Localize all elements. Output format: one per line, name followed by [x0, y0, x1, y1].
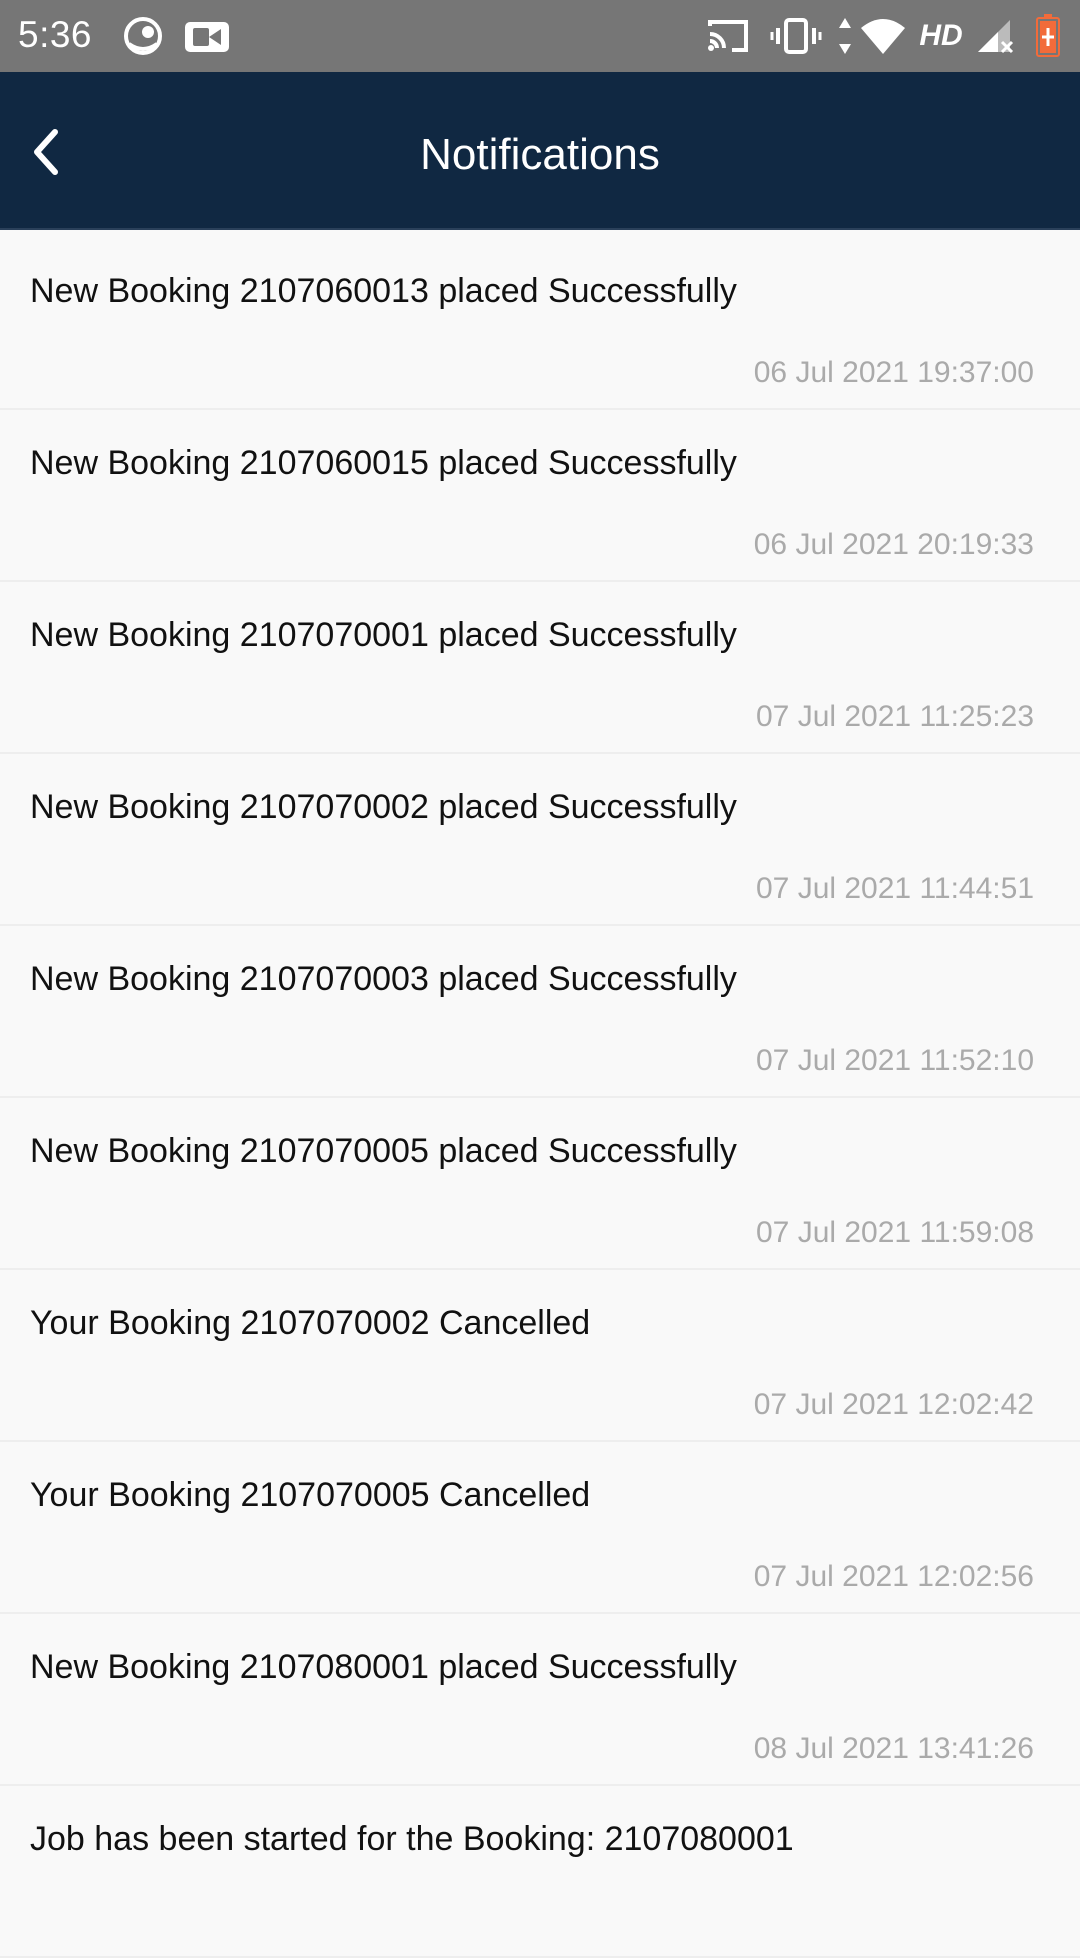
signal-icon — [976, 0, 1016, 72]
notification-timestamp: 07 Jul 2021 11:44:51 — [755, 872, 1034, 905]
wifi-icon — [858, 0, 908, 72]
notification-item[interactable]: Your Booking 2107070005 Cancelled 07 Jul… — [0, 1442, 1080, 1614]
notification-list[interactable]: New Booking 2107060013 placed Successful… — [0, 238, 1080, 1958]
notification-item[interactable]: New Booking 2107060013 placed Successful… — [0, 238, 1080, 410]
notification-timestamp: 08 Jul 2021 13:41:26 — [753, 1732, 1034, 1765]
data-arrows-icon — [836, 0, 854, 72]
notification-message: New Booking 2107070002 placed Successful… — [30, 788, 737, 826]
cast-icon — [704, 0, 752, 72]
video-camera-icon — [182, 0, 232, 72]
notification-timestamp: 07 Jul 2021 11:25:23 — [755, 700, 1034, 733]
notification-message: New Booking 2107070001 placed Successful… — [30, 616, 737, 654]
notification-timestamp: 06 Jul 2021 20:19:33 — [753, 528, 1034, 561]
notification-message: Your Booking 2107070002 Cancelled — [30, 1304, 591, 1342]
notification-item[interactable]: Job has been started for the Booking: 21… — [0, 1786, 1080, 1958]
notification-item[interactable]: New Booking 2107070005 placed Successful… — [0, 1098, 1080, 1270]
notification-message: Your Booking 2107070005 Cancelled — [30, 1476, 591, 1514]
notification-message: New Booking 2107060015 placed Successful… — [30, 444, 737, 482]
hd-label: HD — [919, 19, 963, 52]
notification-timestamp: 07 Jul 2021 11:59:08 — [755, 1216, 1034, 1249]
notification-item[interactable]: New Booking 2107080001 placed Successful… — [0, 1614, 1080, 1786]
notification-timestamp: 07 Jul 2021 12:02:42 — [753, 1388, 1034, 1421]
notification-item[interactable]: New Booking 2107070001 placed Successful… — [0, 582, 1080, 754]
notification-message: New Booking 2107070005 placed Successful… — [30, 1132, 737, 1170]
notification-message: New Booking 2107070003 placed Successful… — [30, 960, 737, 998]
notification-timestamp: 07 Jul 2021 12:02:56 — [753, 1560, 1034, 1593]
vibrate-icon — [770, 0, 822, 72]
status-bar: 5:36 HD — [0, 0, 1080, 72]
notification-message: Job has been started for the Booking: 21… — [30, 1820, 794, 1858]
page-title: Notifications — [420, 130, 660, 179]
notification-timestamp: 06 Jul 2021 19:37:00 — [753, 356, 1034, 389]
notification-item[interactable]: New Booking 2107070002 placed Successful… — [0, 754, 1080, 926]
notification-item[interactable]: New Booking 2107070003 placed Successful… — [0, 926, 1080, 1098]
notification-item[interactable]: New Booking 2107060015 placed Successful… — [0, 410, 1080, 582]
battery-charging-icon — [1034, 0, 1062, 72]
notification-message: New Booking 2107080001 placed Successful… — [30, 1648, 737, 1686]
notification-item[interactable]: Your Booking 2107070002 Cancelled 07 Jul… — [0, 1270, 1080, 1442]
status-time: 5:36 — [18, 14, 93, 55]
assistant-icon — [118, 0, 168, 72]
notification-timestamp: 07 Jul 2021 11:52:10 — [755, 1044, 1034, 1077]
notification-message: New Booking 2107060013 placed Successful… — [30, 272, 737, 310]
